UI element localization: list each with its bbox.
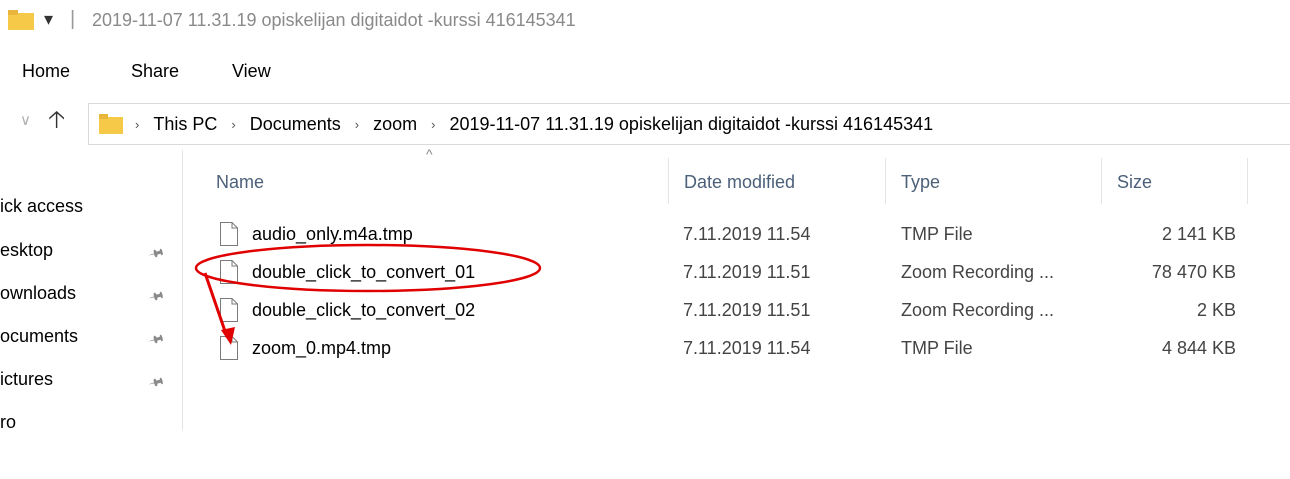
nav-item-documents[interactable]: ocuments [0,326,78,347]
file-type: TMP File [901,224,973,244]
pin-icon: 🖈 [147,328,168,349]
column-divider[interactable] [668,158,669,204]
file-icon [220,336,238,360]
nav-item-quick-access[interactable]: ick access [0,196,83,217]
recent-locations-dropdown-icon[interactable]: ∨ [20,111,31,129]
pin-icon: 🖈 [147,285,168,306]
nav-item-downloads[interactable]: ownloads [0,283,76,304]
file-icon [220,222,238,246]
pin-icon: 🖈 [147,242,168,263]
file-size: 78 470 KB [1151,262,1236,282]
breadcrumb-zoom[interactable]: zoom [371,114,419,135]
ribbon-tabs: Home Share View [0,56,1290,88]
folder-icon [99,114,123,134]
file-row[interactable]: double_click_to_convert_01 7.11.2019 11.… [200,256,1250,294]
nav-item-partial[interactable]: ro [0,412,16,430]
column-header-name[interactable]: Name [216,172,264,193]
file-date-modified: 7.11.2019 11.54 [683,338,811,358]
file-name[interactable]: zoom_0.mp4.tmp [252,338,391,359]
breadcrumb-separator[interactable]: › [231,117,235,132]
file-icon [220,298,238,322]
file-date-modified: 7.11.2019 11.51 [683,262,811,282]
column-header-date-modified[interactable]: Date modified [684,172,795,193]
breadcrumb-separator[interactable]: › [135,117,139,132]
file-size: 2 KB [1196,300,1236,320]
file-type: Zoom Recording ... [901,300,1055,320]
tab-home[interactable]: Home [22,61,70,82]
column-divider[interactable] [1247,158,1248,204]
breadcrumb-documents[interactable]: Documents [248,114,343,135]
tab-share[interactable]: Share [131,61,179,82]
nav-item-pictures[interactable]: ictures [0,369,53,390]
breadcrumb-separator[interactable]: › [431,117,435,132]
breadcrumb-current-folder[interactable]: 2019-11-07 11.31.19 opiskelijan digitaid… [447,114,935,135]
window-title: 2019-11-07 11.31.19 opiskelijan digitaid… [92,10,576,30]
file-size: 2 141 KB [1161,224,1236,244]
file-type: Zoom Recording ... [901,262,1055,282]
quick-access-toolbar-dropdown[interactable]: ▾ [44,9,53,30]
nav-item-desktop[interactable]: esktop [0,240,53,261]
column-header-type[interactable]: Type [901,172,940,193]
tab-view[interactable]: View [232,61,271,82]
pin-icon: 🖈 [147,371,168,392]
file-name[interactable]: audio_only.m4a.tmp [252,224,413,245]
breadcrumb-this-pc[interactable]: This PC [151,114,219,135]
file-size: 4 844 KB [1161,338,1236,358]
title-separator: | [70,8,76,30]
breadcrumb-separator[interactable]: › [355,117,359,132]
file-date-modified: 7.11.2019 11.54 [683,224,811,244]
file-name[interactable]: double_click_to_convert_02 [252,300,475,321]
breadcrumb: › This PC › Documents › zoom › 2019-11-0… [135,114,935,135]
sort-ascending-icon: ^ [426,146,433,162]
file-date-modified: 7.11.2019 11.51 [683,300,811,320]
title-bar: ▾ | 2019-11-07 11.31.19 opiskelijan digi… [0,0,1290,40]
file-row[interactable]: zoom_0.mp4.tmp 7.11.2019 11.54 TMP File … [200,332,1250,370]
file-type: TMP File [901,338,973,358]
file-name[interactable]: double_click_to_convert_01 [252,262,475,283]
column-divider[interactable] [1101,158,1102,204]
navigation-row: ∨ 🡡 › This PC › Documents › zoom › 2019-… [0,103,1290,147]
file-row[interactable]: audio_only.m4a.tmp 7.11.2019 11.54 TMP F… [200,218,1250,256]
folder-icon[interactable] [8,10,34,30]
address-bar[interactable]: › This PC › Documents › zoom › 2019-11-0… [88,103,1290,145]
navigation-pane: ick access esktop 🖈 ownloads 🖈 ocuments … [0,150,183,430]
column-header-size[interactable]: Size [1117,172,1152,193]
arrow-up-icon[interactable]: 🡡 [48,107,65,133]
file-icon [220,260,238,284]
column-divider[interactable] [885,158,886,204]
file-row[interactable]: double_click_to_convert_02 7.11.2019 11.… [200,294,1250,332]
